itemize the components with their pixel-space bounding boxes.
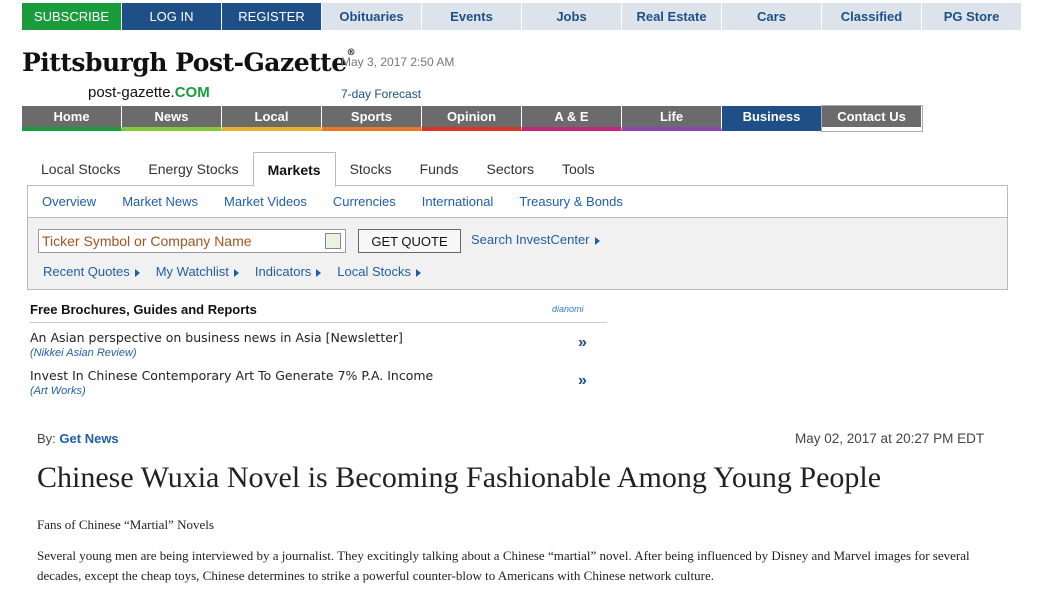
subnav-market-news[interactable]: Market News	[122, 194, 198, 209]
brochure-item[interactable]: Invest In Chinese Contemporary Art To Ge…	[30, 368, 607, 406]
header-date: May 3, 2017 2:50 AM	[341, 55, 455, 69]
get-quote-button[interactable]: GET QUOTE	[358, 229, 461, 253]
quicklink-indicators[interactable]: Indicators	[254, 264, 322, 279]
nav-contact-us[interactable]: Contact Us	[821, 105, 923, 132]
arrow-right-icon	[416, 268, 421, 277]
search-investcenter-link[interactable]: Search InvestCenter	[471, 232, 600, 247]
topbar-link-classified[interactable]: Classified	[822, 3, 922, 30]
subnav-currencies[interactable]: Currencies	[333, 194, 396, 209]
subnav-treasury-bonds[interactable]: Treasury & Bonds	[519, 194, 623, 209]
topbar-link-real-estate[interactable]: Real Estate	[622, 3, 722, 30]
ticker-input[interactable]	[42, 232, 312, 250]
arrow-right-icon	[316, 268, 322, 277]
subscribe-button[interactable]: SUBSCRIBE	[22, 3, 122, 30]
brochure-item-title[interactable]: An Asian perspective on business news in…	[30, 330, 403, 345]
quicklink-my-watchlist[interactable]: My Watchlist	[156, 264, 239, 279]
quicklink-recent-quotes[interactable]: Recent Quotes	[43, 264, 140, 279]
byline-label: By:	[37, 431, 56, 446]
brochure-item-source: (Nikkei Asian Review)	[30, 347, 137, 359]
quick-links: Recent Quotes My Watchlist Indicators Lo…	[43, 264, 437, 279]
article-headline: Chinese Wuxia Novel is Becoming Fashiona…	[37, 461, 882, 494]
ticker-field	[38, 229, 346, 253]
article-date: May 02, 2017 at 20:27 PM EDT	[795, 431, 985, 446]
arrow-right-icon	[594, 236, 600, 245]
quicklink-label: My Watchlist	[155, 264, 229, 279]
register-button[interactable]: REGISTER	[222, 3, 322, 30]
nav-opinion[interactable]: Opinion	[422, 106, 522, 131]
subnav-international[interactable]: International	[422, 194, 494, 209]
subnav-market-videos[interactable]: Market Videos	[224, 194, 307, 209]
dianomi-logo[interactable]: dianomi	[552, 304, 584, 314]
article-paragraph: Several young men are being interviewed …	[37, 548, 970, 583]
topbar-link-obituaries[interactable]: Obituaries	[322, 3, 422, 30]
double-chevron-right-icon[interactable]: »	[578, 334, 587, 352]
brochure-item-source: (Art Works)	[30, 385, 86, 397]
chart-lookup-icon[interactable]	[325, 233, 341, 249]
nav-home[interactable]: Home	[22, 106, 122, 131]
masthead-logo[interactable]: Pittsburgh Post-Gazette®	[22, 48, 356, 77]
nav-business[interactable]: Business	[722, 106, 822, 131]
site-domain[interactable]: post-gazette.COM	[88, 84, 210, 101]
quote-box: GET QUOTE Search InvestCenter Recent Quo…	[27, 217, 1008, 290]
tab-tools[interactable]: Tools	[548, 152, 609, 185]
main-nav: Home News Local Sports Opinion A & E Lif…	[22, 105, 923, 132]
quicklink-local-stocks[interactable]: Local Stocks	[337, 264, 421, 279]
search-investcenter-label: Search InvestCenter	[471, 232, 590, 247]
invest-center: Local Stocks Energy Stocks Markets Stock…	[27, 152, 1008, 290]
nav-sports[interactable]: Sports	[322, 106, 422, 131]
tab-local-stocks[interactable]: Local Stocks	[27, 152, 134, 185]
nav-a-and-e[interactable]: A & E	[522, 106, 622, 131]
topbar-link-cars[interactable]: Cars	[722, 3, 822, 30]
tab-stocks[interactable]: Stocks	[336, 152, 406, 185]
quicklink-label: Local Stocks	[337, 264, 411, 279]
brochures-title: Free Brochures, Guides and Reports	[30, 302, 257, 317]
subnav-overview[interactable]: Overview	[42, 194, 96, 209]
site-domain-prefix: post-gazette.	[88, 84, 175, 101]
forecast-link[interactable]: 7-day Forecast	[341, 87, 421, 101]
nav-life[interactable]: Life	[622, 106, 722, 131]
arrow-right-icon	[134, 268, 140, 277]
invest-tabs: Local Stocks Energy Stocks Markets Stock…	[27, 152, 1008, 187]
tab-markets[interactable]: Markets	[252, 152, 336, 187]
tab-energy-stocks[interactable]: Energy Stocks	[134, 152, 252, 185]
markets-subnav: Overview Market News Market Videos Curre…	[27, 186, 1008, 217]
quicklink-label: Recent Quotes	[43, 264, 130, 279]
author-link[interactable]: Get News	[59, 431, 118, 446]
nav-local[interactable]: Local	[222, 106, 322, 131]
tab-sectors[interactable]: Sectors	[473, 152, 548, 185]
quicklink-label: Indicators	[254, 264, 312, 279]
byline: By: Get News	[37, 431, 119, 446]
masthead-text: Pittsburgh Post-Gazette	[22, 48, 347, 77]
top-utility-bar: SUBSCRIBE LOG IN REGISTER Obituaries Eve…	[22, 3, 1022, 30]
site-domain-suffix: COM	[174, 84, 210, 101]
tab-funds[interactable]: Funds	[406, 152, 473, 185]
topbar-link-events[interactable]: Events	[422, 3, 522, 30]
arrow-right-icon	[233, 268, 239, 277]
brochure-item-title[interactable]: Invest In Chinese Contemporary Art To Ge…	[30, 368, 433, 383]
brochure-item[interactable]: An Asian perspective on business news in…	[30, 330, 607, 368]
nav-news[interactable]: News	[122, 106, 222, 131]
topbar-link-jobs[interactable]: Jobs	[522, 3, 622, 30]
article-subhead: Fans of Chinese “Martial” Novels	[37, 517, 214, 532]
topbar-link-pg-store[interactable]: PG Store	[922, 3, 1022, 30]
double-chevron-right-icon[interactable]: »	[578, 372, 587, 390]
login-button[interactable]: LOG IN	[122, 3, 222, 30]
divider	[30, 322, 607, 323]
